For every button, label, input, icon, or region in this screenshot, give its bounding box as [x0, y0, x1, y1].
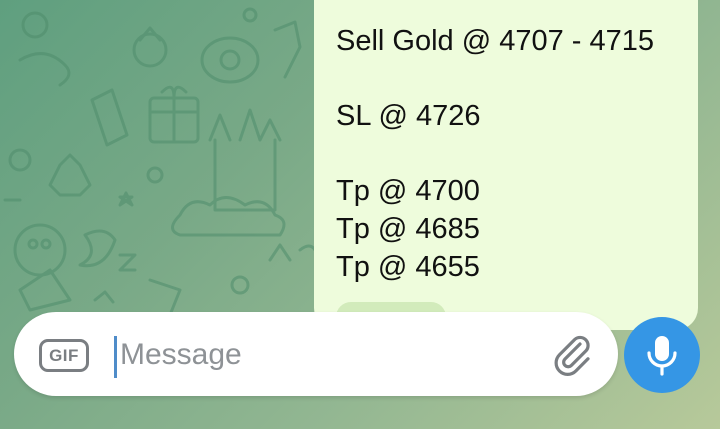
gif-button[interactable]: GIF [39, 339, 89, 372]
microphone-icon [647, 336, 677, 376]
message-composer: GIF [14, 312, 618, 396]
message-line-sell: Sell Gold @ 4707 - 4715 [336, 25, 655, 57]
text-caret [114, 336, 117, 378]
message-bubble[interactable]: Sell Gold @ 4707 - 4715 SL @ 4726 Tp @ 4… [314, 0, 698, 330]
paperclip-icon [554, 335, 590, 376]
voice-record-button[interactable] [624, 317, 700, 393]
message-input[interactable] [120, 330, 520, 380]
message-line-tp3: Tp @ 4655 [336, 251, 480, 283]
attach-button[interactable] [550, 332, 594, 376]
message-line-tp2: Tp @ 4685 [336, 213, 480, 245]
message-line-sl: SL @ 4726 [336, 100, 481, 132]
message-line-tp1: Tp @ 4700 [336, 175, 480, 207]
